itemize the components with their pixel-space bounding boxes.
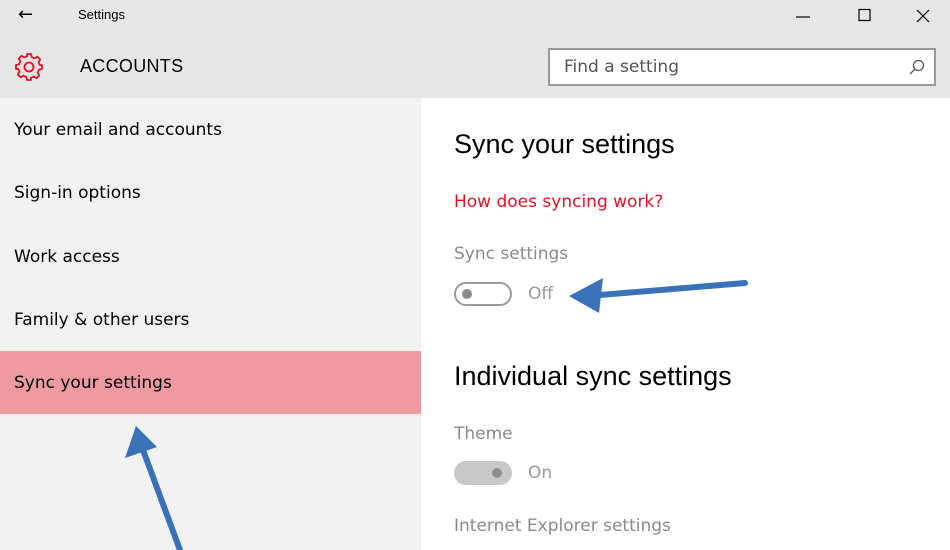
sidebar-item-work-access[interactable]: Work access <box>0 225 421 288</box>
page-title: ACCOUNTS <box>80 56 184 76</box>
ie-settings-label: Internet Explorer settings <box>454 516 671 536</box>
minimize-button[interactable] <box>780 0 826 32</box>
sidebar: Your email and accounts Sign-in options … <box>0 98 421 550</box>
title-bar: ← Settings <box>0 0 950 32</box>
close-button[interactable] <box>900 0 946 32</box>
theme-toggle[interactable] <box>454 461 512 485</box>
individual-sync-heading: Individual sync settings <box>454 361 732 391</box>
maximize-button[interactable] <box>842 0 888 32</box>
sidebar-item-sync-settings[interactable]: Sync your settings <box>0 351 421 414</box>
gear-icon <box>15 53 43 81</box>
search-box[interactable] <box>548 48 936 86</box>
sync-settings-label: Sync settings <box>454 244 569 264</box>
theme-label: Theme <box>454 424 513 444</box>
search-input[interactable] <box>550 50 890 84</box>
sidebar-item-email-accounts[interactable]: Your email and accounts <box>0 98 421 161</box>
back-arrow-icon[interactable]: ← <box>18 4 48 26</box>
toggle-knob <box>462 289 472 299</box>
sync-settings-toggle[interactable] <box>454 282 512 306</box>
search-icon[interactable] <box>908 58 926 76</box>
sync-settings-state: Off <box>528 284 554 304</box>
theme-state: On <box>528 463 553 483</box>
sidebar-item-label: Sync your settings <box>14 373 172 393</box>
sidebar-item-label: Work access <box>14 247 120 267</box>
section-heading: Sync your settings <box>454 129 675 159</box>
settings-header: ACCOUNTS <box>0 32 950 98</box>
sidebar-item-label: Sign-in options <box>14 183 141 203</box>
sidebar-item-family-users[interactable]: Family & other users <box>0 288 421 351</box>
sidebar-item-label: Your email and accounts <box>14 120 222 140</box>
minimize-icon <box>796 16 810 18</box>
sidebar-item-label: Family & other users <box>14 310 190 330</box>
window-title: Settings <box>78 7 125 22</box>
close-icon <box>916 9 930 23</box>
help-link[interactable]: How does syncing work? <box>454 192 663 212</box>
main-content: Sync your settings How does syncing work… <box>421 98 950 550</box>
sidebar-item-sign-in-options[interactable]: Sign-in options <box>0 161 421 224</box>
maximize-icon <box>858 8 871 22</box>
toggle-knob <box>492 468 502 478</box>
